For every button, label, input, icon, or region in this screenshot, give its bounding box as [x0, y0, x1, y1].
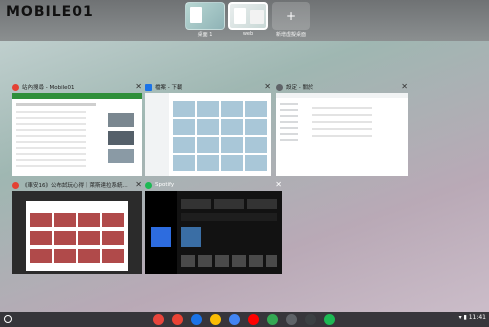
album-art	[151, 227, 171, 247]
window-title: 《車安16》公布試玩心得｜萊斯達拉系統...	[22, 183, 128, 189]
thumbnail-image	[108, 131, 134, 145]
about-section	[312, 107, 372, 137]
photo-grid	[30, 213, 124, 267]
chrome-icon	[12, 181, 19, 189]
youtube-icon[interactable]	[248, 314, 259, 325]
window-mobile01-search[interactable]: 站內搜尋 - Mobile01 ✕	[12, 82, 142, 176]
close-icon[interactable]: ✕	[401, 82, 408, 91]
chrome-icon	[12, 83, 19, 91]
window-files-downloads[interactable]: 檔案 - 下載 ✕	[145, 82, 271, 176]
desk-web-preview-right	[250, 10, 264, 24]
window-preview	[12, 93, 142, 176]
window-settings-about[interactable]: 設定 - 關於 ✕	[276, 82, 408, 176]
close-icon[interactable]: ✕	[135, 82, 142, 91]
window-title: 檔案 - 下載	[155, 85, 183, 91]
section-row	[181, 213, 277, 221]
search-bar	[16, 103, 96, 106]
files-icon[interactable]	[191, 314, 202, 325]
play-store-icon[interactable]	[267, 314, 278, 325]
thumbnail-image	[108, 149, 134, 163]
docs-icon[interactable]	[229, 314, 240, 325]
window-title: Spotify	[155, 182, 175, 188]
desk-1-thumbnail[interactable]	[185, 2, 225, 30]
track-cover	[181, 227, 201, 247]
settings-icon	[276, 83, 283, 91]
track-list	[181, 255, 277, 267]
shelf: ▾ ▮ 11:41	[0, 312, 489, 327]
window-header: 《車安16》公布試玩心得｜萊斯達拉系統... ✕	[12, 180, 142, 190]
window-header: 站內搜尋 - Mobile01 ✕	[12, 82, 142, 92]
clock: 11:41	[468, 314, 486, 321]
files-sidebar	[145, 93, 169, 176]
close-icon[interactable]: ✕	[264, 82, 271, 91]
desk-web-thumbnail[interactable]	[228, 2, 268, 30]
window-title: 設定 - 關於	[286, 85, 314, 91]
files-icon	[145, 83, 152, 91]
window-header: Spotify ✕	[145, 180, 282, 190]
new-desk-button[interactable]: +	[272, 2, 310, 30]
photos-icon[interactable]	[210, 314, 221, 325]
settings-nav	[280, 103, 298, 143]
window-car-article[interactable]: 《車安16》公布試玩心得｜萊斯達拉系統... ✕	[12, 180, 142, 274]
mobile01-logo: MOBILE01	[6, 4, 94, 20]
window-preview	[145, 93, 271, 176]
desk-1-preview	[190, 7, 202, 23]
new-desk-label: 新增虛擬桌面	[275, 32, 306, 38]
desk-web-preview-left	[234, 8, 246, 24]
settings-icon[interactable]	[305, 314, 316, 325]
window-spotify[interactable]: Spotify ✕	[145, 180, 282, 274]
desk-bar: MOBILE01 桌面 1 web + 新增虛擬桌面	[0, 0, 489, 41]
settings-toolbar	[276, 93, 408, 98]
window-header: 檔案 - 下載 ✕	[145, 82, 271, 92]
chrome-icon[interactable]	[153, 314, 164, 325]
window-preview	[276, 93, 408, 176]
playlist-tiles	[181, 199, 277, 209]
result-list	[16, 111, 86, 171]
gmail-icon[interactable]	[172, 314, 183, 325]
window-header: 設定 - 關於 ✕	[276, 82, 408, 92]
launcher-icon[interactable]	[4, 315, 12, 323]
window-preview	[145, 191, 282, 274]
site-header-bar	[12, 93, 142, 99]
spotify-icon	[145, 181, 152, 189]
close-icon[interactable]: ✕	[135, 180, 142, 189]
spotify-icon[interactable]	[324, 314, 335, 325]
thumbnail-image	[108, 113, 134, 127]
window-preview	[12, 191, 142, 274]
window-title: 站內搜尋 - Mobile01	[22, 85, 75, 91]
close-icon[interactable]: ✕	[275, 180, 282, 189]
camera-icon[interactable]	[286, 314, 297, 325]
file-grid	[173, 101, 267, 173]
system-tray[interactable]: ▾ ▮ 11:41	[459, 314, 486, 321]
